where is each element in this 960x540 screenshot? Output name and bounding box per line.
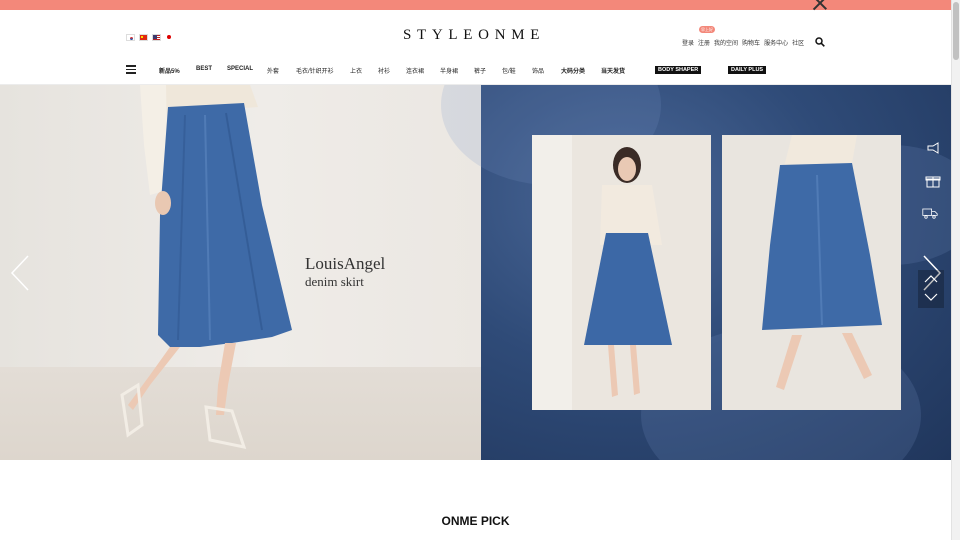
menu-icon[interactable] bbox=[126, 65, 136, 74]
megaphone-icon[interactable] bbox=[925, 140, 941, 156]
gift-icon[interactable] bbox=[925, 173, 941, 189]
banner-headline: LouisAngel denim skirt bbox=[305, 254, 385, 290]
scroll-up-icon[interactable] bbox=[924, 275, 938, 283]
model-left-image bbox=[120, 85, 292, 449]
nav-bags-shoes[interactable]: 包/鞋 bbox=[502, 66, 516, 75]
scroll-thumb[interactable] bbox=[953, 2, 959, 60]
service-center-link[interactable]: 服务中心 bbox=[764, 38, 788, 47]
cn-flag-icon[interactable] bbox=[139, 34, 148, 41]
banner-photo-1 bbox=[532, 135, 711, 410]
banner-title: LouisAngel bbox=[305, 254, 386, 273]
banner-subtitle: denim skirt bbox=[305, 274, 364, 289]
nav-pants[interactable]: 裤子 bbox=[474, 66, 486, 75]
nav-skirts[interactable]: 半身裙 bbox=[440, 66, 458, 75]
banner-photo-2 bbox=[722, 135, 901, 410]
nav-daily-plus[interactable]: DAILY PLUS bbox=[728, 66, 767, 74]
nav-accessories[interactable]: 饰品 bbox=[532, 66, 544, 75]
section-title: ONME PICK bbox=[441, 514, 510, 528]
site-logo[interactable]: STYLEONME bbox=[403, 27, 551, 44]
nav-shirts[interactable]: 衬衫 bbox=[378, 66, 390, 75]
scroll-down-icon[interactable] bbox=[924, 293, 938, 301]
cart-link[interactable]: 购物车 bbox=[742, 38, 760, 47]
us-flag-icon[interactable] bbox=[152, 34, 161, 41]
search-icon[interactable] bbox=[815, 37, 825, 47]
language-flags bbox=[126, 34, 174, 41]
utility-links: 登录 注册 我的空间 购物车 服务中心 社区 bbox=[682, 38, 804, 47]
scrollbar[interactable] bbox=[951, 0, 960, 540]
nav-new[interactable]: 新品5% bbox=[159, 66, 180, 75]
community-link[interactable]: 社区 bbox=[792, 38, 804, 47]
nav-special[interactable]: SPECIAL bbox=[227, 66, 253, 72]
login-link[interactable]: 登录 bbox=[682, 38, 694, 47]
banner-left-panel: LouisAngel denim skirt bbox=[0, 85, 481, 460]
nav-outer[interactable]: 外套 bbox=[267, 66, 279, 75]
delivery-truck-icon[interactable] bbox=[922, 205, 938, 221]
nav-tops[interactable]: 上衣 bbox=[350, 66, 362, 75]
nav-plus-size[interactable]: 大码分类 bbox=[561, 66, 585, 75]
greeting-badge: 早上好 bbox=[699, 26, 715, 33]
nav-body-shaper[interactable]: BODY SHAPER bbox=[655, 66, 702, 74]
nav-same-day[interactable]: 当天发货 bbox=[601, 66, 625, 75]
kr-flag-icon[interactable] bbox=[126, 34, 135, 41]
nav-best[interactable]: BEST bbox=[196, 66, 212, 72]
register-link[interactable]: 注册 bbox=[698, 38, 710, 47]
my-space-link[interactable]: 我的空间 bbox=[714, 38, 738, 47]
jp-flag-icon[interactable] bbox=[165, 34, 174, 41]
close-icon[interactable] bbox=[811, 0, 829, 12]
promo-bar bbox=[0, 0, 951, 10]
nav-knit[interactable]: 毛衣/针织开衫 bbox=[296, 66, 334, 75]
nav-dresses[interactable]: 连衣裙 bbox=[406, 66, 424, 75]
prev-slide-icon[interactable] bbox=[10, 255, 30, 291]
page: { "promo": { "close_label": "" }, "heade… bbox=[0, 0, 960, 540]
hero-banner[interactable]: LouisAngel denim skirt bbox=[0, 85, 951, 460]
